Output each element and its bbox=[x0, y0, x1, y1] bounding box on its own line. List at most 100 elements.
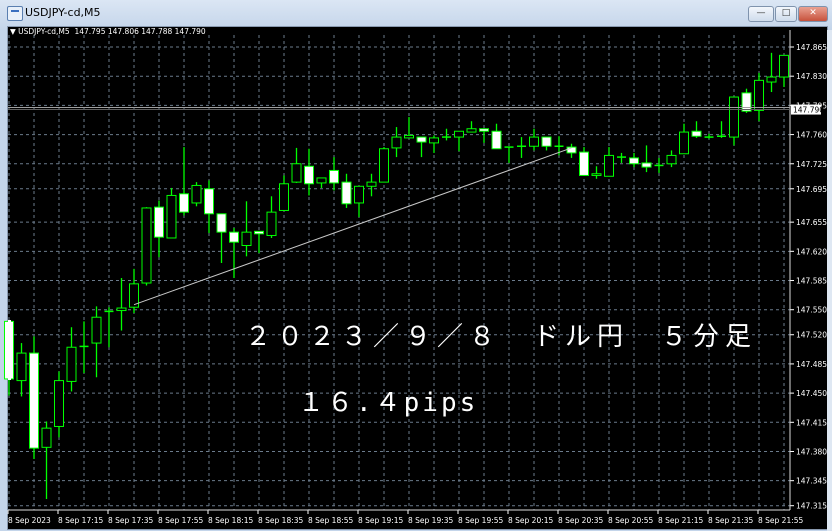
candle bbox=[641, 145, 652, 173]
candle-body-bull bbox=[316, 177, 327, 184]
bid-price-label: 147.790 bbox=[793, 106, 824, 115]
candle-body-bull bbox=[54, 380, 64, 427]
candle-body-bear bbox=[329, 169, 339, 184]
candles bbox=[4, 52, 789, 500]
candle bbox=[566, 143, 577, 158]
candle bbox=[517, 137, 526, 158]
candle-body-bull bbox=[754, 79, 764, 111]
price-label: 147.725 bbox=[796, 160, 827, 169]
candle bbox=[479, 128, 489, 143]
time-label: 8 Sep 20:35 bbox=[558, 516, 604, 525]
candle-body-bear bbox=[341, 181, 352, 205]
candle-body-bull bbox=[466, 128, 477, 133]
time-label: 8 Sep 17:55 bbox=[158, 516, 204, 525]
candle-body-bear bbox=[491, 130, 502, 150]
price-label: 147.865 bbox=[796, 43, 827, 52]
candle bbox=[79, 321, 89, 374]
candle-body-bull bbox=[116, 307, 127, 312]
candle bbox=[179, 147, 189, 216]
time-label: 8 Sep 2023 bbox=[8, 516, 51, 525]
candle bbox=[666, 150, 677, 168]
candle-body-bull bbox=[779, 54, 789, 78]
candle-body-bull bbox=[166, 194, 177, 239]
candlestick-chart[interactable]: 147.865147.830147.795147.760147.725147.6… bbox=[0, 0, 832, 531]
left-edge-candle-fragment bbox=[8, 320, 11, 380]
candle bbox=[766, 52, 777, 93]
price-label: 147.520 bbox=[796, 331, 827, 340]
candle bbox=[617, 152, 626, 163]
candle bbox=[679, 123, 689, 155]
candle-body-bull bbox=[241, 231, 252, 246]
candle-body-bear bbox=[179, 193, 189, 213]
candle bbox=[104, 307, 114, 348]
candle-body-bull bbox=[279, 183, 289, 211]
candle-body-bull bbox=[354, 185, 364, 204]
price-label: 147.695 bbox=[796, 185, 827, 194]
candle bbox=[254, 230, 264, 253]
candle bbox=[341, 173, 352, 208]
candle bbox=[754, 72, 764, 122]
time-label: 8 Sep 19:15 bbox=[358, 516, 404, 525]
candle bbox=[91, 306, 102, 378]
candle-body-bear bbox=[216, 213, 227, 233]
candle-body-bull bbox=[16, 352, 27, 382]
candle-body-bear bbox=[254, 230, 264, 235]
candle-body-bull bbox=[41, 427, 52, 448]
chart-header: ▼ USDJPY-cd,M5 147.795 147.806 147.788 1… bbox=[10, 27, 206, 36]
candle bbox=[129, 268, 139, 314]
price-label: 147.485 bbox=[796, 360, 827, 369]
candle-body-bull bbox=[591, 173, 602, 176]
axes: 147.865147.830147.795147.760147.725147.6… bbox=[7, 30, 827, 525]
candle bbox=[204, 180, 214, 233]
candle bbox=[629, 152, 639, 168]
time-label: 8 Sep 19:55 bbox=[458, 516, 504, 525]
price-label: 147.345 bbox=[796, 477, 827, 486]
candle bbox=[354, 185, 364, 218]
candle-body-bull bbox=[604, 154, 614, 177]
time-label: 8 Sep 17:35 bbox=[108, 516, 154, 525]
candle bbox=[116, 278, 127, 331]
price-label: 147.585 bbox=[796, 277, 827, 286]
candle bbox=[391, 127, 402, 158]
candle-body-bull bbox=[429, 137, 439, 144]
candle bbox=[66, 327, 77, 392]
candle-body-bear bbox=[541, 136, 552, 147]
candle-body-bull bbox=[729, 96, 739, 138]
candle bbox=[366, 173, 377, 197]
candle bbox=[717, 121, 726, 138]
candle-body-bull bbox=[404, 134, 414, 139]
candle bbox=[266, 196, 277, 238]
candle-body-bear bbox=[416, 136, 427, 143]
candle bbox=[416, 136, 427, 158]
candle bbox=[54, 371, 64, 438]
candle-body-bull bbox=[66, 346, 77, 382]
time-label: 8 Sep 21:55 bbox=[758, 516, 804, 525]
candle bbox=[604, 147, 614, 177]
candle bbox=[654, 157, 664, 173]
candle-body-bear bbox=[629, 157, 639, 165]
candle bbox=[329, 157, 339, 191]
candle bbox=[591, 166, 602, 179]
candle bbox=[429, 135, 439, 153]
candle bbox=[379, 147, 389, 183]
candle bbox=[279, 175, 289, 211]
annotation-title: ２０２３／９／８ ドル円 ５分足 bbox=[245, 322, 758, 352]
header-dropdown-icon[interactable]: ▼ bbox=[10, 27, 18, 36]
time-label: 8 Sep 18:15 bbox=[208, 516, 254, 525]
candle-body-bull bbox=[529, 136, 539, 147]
candle bbox=[691, 121, 702, 138]
candle-body-bear bbox=[579, 151, 589, 176]
time-label: 8 Sep 18:35 bbox=[258, 516, 304, 525]
candle bbox=[454, 130, 464, 152]
time-label: 8 Sep 20:55 bbox=[608, 516, 654, 525]
price-label: 147.830 bbox=[796, 72, 827, 81]
candle-body-bear bbox=[204, 188, 214, 215]
candle-body-bull bbox=[366, 181, 377, 187]
candle bbox=[41, 421, 52, 500]
candle-body-bull bbox=[91, 316, 102, 344]
candle bbox=[504, 146, 514, 163]
candle-body-bear bbox=[479, 128, 489, 132]
trendline bbox=[133, 147, 572, 306]
candle bbox=[216, 213, 227, 264]
candle-body-bull bbox=[191, 184, 202, 204]
